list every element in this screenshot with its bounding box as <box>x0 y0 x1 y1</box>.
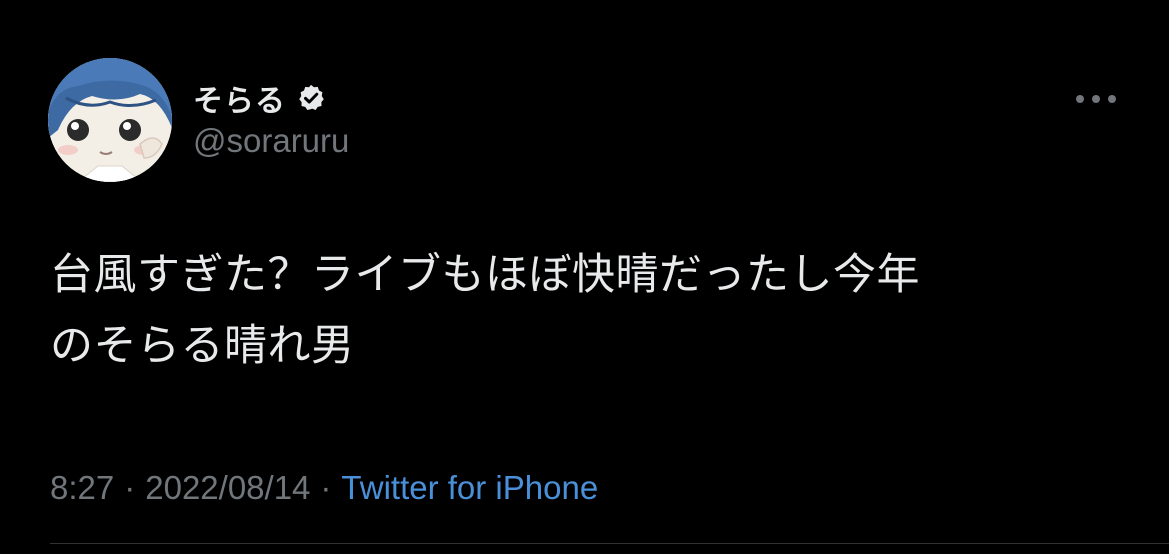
tweet-text: 台風すぎた？ライブもほぼ快晴だったし今年 のそらる晴れ男 <box>50 240 1130 382</box>
avatar-illustration <box>48 58 172 182</box>
tweet-date[interactable]: 2022/08/14 <box>145 469 310 507</box>
verified-badge-icon <box>296 83 326 113</box>
meta-separator: · <box>320 469 332 506</box>
tweet-source-link[interactable]: Twitter for iPhone <box>341 469 598 507</box>
tweet-time[interactable]: 8:27 <box>50 469 114 507</box>
tweet-card: そらる @soraruru 台風すぎた？ライブもほぼ快晴だったし今年 のそらる晴… <box>0 0 1169 554</box>
tweet-metadata: 8:27 · 2022/08/14 · Twitter for iPhone <box>50 466 598 510</box>
meta-separator: · <box>124 469 136 506</box>
author-handle[interactable]: @soraruru <box>193 122 349 160</box>
author-name-row[interactable]: そらる <box>193 76 326 120</box>
tweet-text-line: 台風すぎた？ライブもほぼ快晴だったし今年 <box>50 250 920 300</box>
avatar[interactable] <box>48 58 172 182</box>
more-options-button[interactable] <box>1068 86 1124 112</box>
divider <box>50 543 1169 544</box>
display-name[interactable]: そらる <box>193 76 286 120</box>
tweet-text-line: のそらる晴れ男 <box>50 321 355 371</box>
more-options-icon <box>1076 95 1116 103</box>
